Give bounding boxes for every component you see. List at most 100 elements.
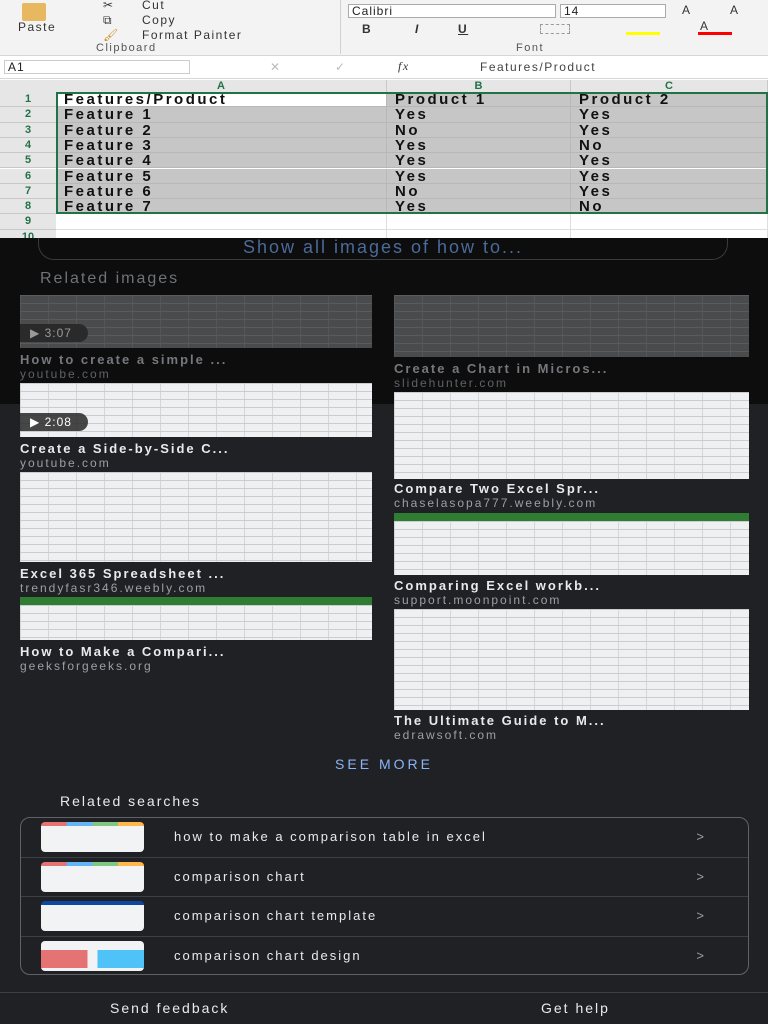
cell — [387, 229, 571, 238]
excel-screenshot-image: Paste ✂ Cut ⧉ Copy 🖌 Format Painter Clip… — [0, 0, 768, 238]
video-duration-badge: ▶ 3:07 — [20, 324, 88, 342]
related-image-card[interactable]: Compare Two Excel Spr... chaselasopa777.… — [394, 392, 749, 510]
cell: No — [571, 199, 768, 215]
cell: Yes — [571, 183, 768, 200]
image-title[interactable]: Comparing Excel workb... — [394, 578, 749, 593]
image-title[interactable]: Compare Two Excel Spr... — [394, 481, 749, 496]
image-source: geeksforgeeks.org — [20, 659, 153, 673]
related-image-card[interactable]: The Ultimate Guide to M... edrawsoft.com — [394, 609, 749, 742]
paste-icon — [22, 3, 46, 21]
image-source: youtube.com — [20, 367, 111, 381]
image-source: trendyfasr346.weebly.com — [20, 581, 208, 595]
font-color-icon: A — [700, 19, 710, 33]
see-more-link[interactable]: SEE MORE — [0, 756, 768, 772]
format-painter-label: Format Painter — [142, 28, 243, 42]
thumbnail[interactable] — [394, 513, 749, 575]
show-all-label: Show all images of how to... — [242, 237, 524, 257]
chevron-right-icon: > — [696, 829, 704, 844]
thumbnail — [41, 822, 144, 852]
related-searches-list: how to make a comparison table in excel >… — [20, 817, 749, 975]
get-help-link[interactable]: Get help — [541, 1000, 610, 1016]
cell: Product 2 — [571, 92, 768, 108]
chevron-right-icon: > — [696, 868, 704, 884]
thumbnail[interactable]: ▶ 3:07 — [20, 295, 372, 348]
cell: Yes — [387, 137, 571, 154]
row-header: 5 — [0, 153, 56, 169]
chevron-right-icon: > — [696, 908, 704, 923]
row-header: 6 — [0, 168, 56, 184]
related-search-item[interactable]: comparison chart template > — [21, 897, 748, 937]
image-title[interactable]: How to create a simple ... — [20, 352, 372, 367]
image-title[interactable]: Create a Chart in Micros... — [394, 361, 749, 376]
related-image-card[interactable]: ▶ 2:08 Create a Side-by-Side C... youtub… — [20, 383, 372, 470]
thumbnail — [41, 901, 144, 931]
name-box: A1 — [4, 60, 190, 74]
cut-icon: ✂ — [103, 0, 115, 12]
row-header: 3 — [0, 122, 56, 138]
image-source: edrawsoft.com — [394, 728, 499, 742]
related-image-card[interactable]: Comparing Excel workb... support.moonpoi… — [394, 513, 749, 607]
related-image-card[interactable]: ▶ 3:07 How to create a simple ... youtub… — [20, 295, 372, 381]
image-source: youtube.com — [20, 456, 111, 470]
related-image-card[interactable]: How to Make a Compari... geeksforgeeks.o… — [20, 597, 372, 673]
thumbnail[interactable] — [394, 609, 749, 710]
row-header: 4 — [0, 137, 56, 154]
thumbnail[interactable] — [20, 472, 372, 562]
cell: No — [387, 122, 571, 138]
send-feedback-link[interactable]: Send feedback — [110, 1000, 229, 1016]
cell: Feature 7 — [56, 199, 387, 215]
related-image-card[interactable]: Excel 365 Spreadsheet ... trendyfasr346.… — [20, 472, 372, 595]
image-title[interactable]: Create a Side-by-Side C... — [20, 441, 372, 456]
image-title[interactable]: Excel 365 Spreadsheet ... — [20, 566, 372, 581]
image-title[interactable]: How to Make a Compari... — [20, 644, 372, 659]
format-painter-icon: 🖌 — [103, 28, 120, 42]
paste-label: Paste — [18, 20, 57, 34]
cell: Feature 6 — [56, 183, 387, 200]
font-name-select: Calibri — [348, 4, 556, 18]
cell: No — [571, 137, 768, 154]
thumbnail[interactable] — [394, 295, 749, 357]
cell — [571, 214, 768, 230]
cancel-icon: ✕ — [270, 60, 282, 74]
cell: Yes — [571, 153, 768, 169]
enter-icon: ✓ — [335, 60, 347, 74]
thumbnail[interactable]: ▶ 2:08 — [20, 383, 372, 437]
search-label: how to make a comparison table in excel — [174, 829, 487, 844]
cell — [571, 229, 768, 238]
cell: Yes — [387, 153, 571, 169]
row-header: 2 — [0, 107, 56, 123]
row-header: 7 — [0, 183, 56, 200]
related-images-heading: Related images — [40, 270, 180, 287]
show-all-images-button[interactable]: Show all images of how to... — [38, 238, 728, 260]
search-label: comparison chart design — [174, 947, 362, 963]
cell: Yes — [387, 107, 571, 123]
cell: Feature 2 — [56, 122, 387, 138]
underline-icon: U — [458, 22, 469, 36]
formula-bar: A1 ✕ ✓ fx Features/Product — [0, 57, 768, 79]
thumbnail[interactable] — [20, 597, 372, 640]
cell: Feature 5 — [56, 168, 387, 184]
related-search-item[interactable]: comparison chart design > — [21, 937, 748, 975]
related-search-item[interactable]: how to make a comparison table in excel > — [21, 818, 748, 858]
search-label: comparison chart template — [174, 908, 378, 923]
fill-color-icon — [626, 32, 660, 35]
footer-divider — [0, 992, 768, 993]
thumbnail — [41, 940, 144, 971]
cell: Yes — [571, 122, 768, 138]
related-searches-heading: Related searches — [60, 793, 201, 809]
image-source: slidehunter.com — [394, 376, 509, 390]
image-source: support.moonpoint.com — [394, 593, 562, 607]
video-duration-badge: ▶ 2:08 — [20, 413, 88, 431]
cell: Feature 3 — [56, 137, 387, 154]
cell — [56, 229, 387, 238]
thumbnail[interactable] — [394, 392, 749, 479]
related-search-item[interactable]: comparison chart > — [21, 858, 748, 897]
image-source: chaselasopa777.weebly.com — [394, 496, 598, 510]
cell: Product 1 — [387, 92, 571, 108]
column-header: C — [571, 80, 768, 92]
fx-icon: fx — [398, 59, 410, 73]
related-image-card[interactable]: Create a Chart in Micros... slidehunter.… — [394, 295, 749, 390]
image-title[interactable]: The Ultimate Guide to M... — [394, 713, 749, 728]
excel-ribbon: Paste ✂ Cut ⧉ Copy 🖌 Format Painter Clip… — [0, 0, 768, 56]
copy-icon: ⧉ — [103, 13, 114, 27]
